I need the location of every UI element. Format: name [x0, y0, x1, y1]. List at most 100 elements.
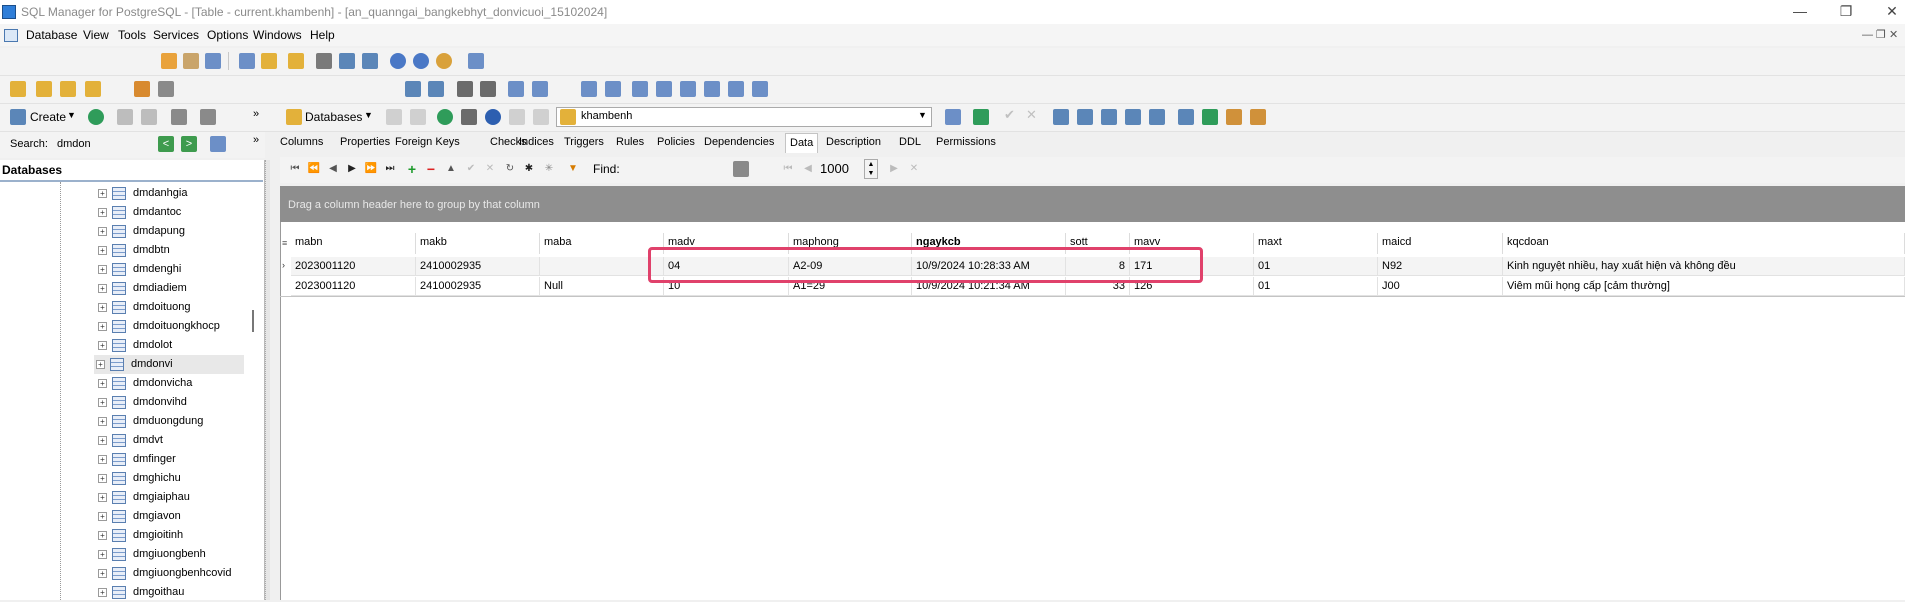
next-page-icon[interactable]: ⏩	[363, 161, 379, 177]
db-properties-icon[interactable]	[60, 81, 76, 97]
filter-data-icon[interactable]: ▼	[565, 161, 581, 177]
connect-icon[interactable]	[85, 81, 101, 97]
prior-record-icon[interactable]: ◀	[325, 161, 341, 177]
cascade-icon[interactable]	[605, 81, 621, 97]
expand-icon[interactable]: +	[98, 455, 107, 464]
create-button[interactable]: Create	[30, 110, 66, 124]
extract-icon[interactable]	[532, 81, 548, 97]
filter-icon[interactable]	[200, 109, 216, 125]
object-props-icon[interactable]	[171, 109, 187, 125]
panel-splitter[interactable]	[265, 160, 270, 600]
minimize-button[interactable]: —	[1777, 0, 1823, 24]
databases-dropdown-icon[interactable]: ▼	[364, 110, 373, 120]
tab-policies[interactable]: Policies	[653, 133, 699, 153]
expand-icon[interactable]: +	[98, 512, 107, 521]
query-builder-icon[interactable]	[183, 53, 199, 69]
search-next-button[interactable]: >	[181, 136, 197, 152]
expand-icon[interactable]: +	[98, 436, 107, 445]
tab-description[interactable]: Description	[822, 133, 885, 153]
tile-horizontal-icon[interactable]	[632, 81, 648, 97]
column-header-makb[interactable]: makb	[416, 233, 540, 254]
first-record-icon[interactable]: ⏮	[287, 161, 303, 177]
find-input[interactable]	[641, 160, 731, 178]
insert-record-icon[interactable]: +	[404, 161, 420, 177]
expand-icon[interactable]: +	[98, 189, 107, 198]
diagram-icon[interactable]	[362, 53, 378, 69]
register-db-icon[interactable]	[10, 81, 26, 97]
refresh-object-icon[interactable]	[437, 109, 453, 125]
expand-icon[interactable]: +	[98, 474, 107, 483]
tile-windows-icon[interactable]	[581, 81, 597, 97]
expand-icon[interactable]: +	[98, 588, 107, 597]
expand-icon[interactable]: +	[98, 550, 107, 559]
databases-button[interactable]: Databases	[305, 110, 362, 124]
expand-icon[interactable]: +	[98, 265, 107, 274]
expand-icon[interactable]: +	[98, 531, 107, 540]
tree-scrollbar[interactable]	[252, 310, 254, 332]
tab-triggers[interactable]: Triggers	[560, 133, 608, 153]
menu-windows[interactable]: Windows	[253, 28, 302, 42]
tab-columns[interactable]: Columns	[276, 133, 327, 153]
find-options-icon[interactable]	[733, 161, 749, 177]
cell-maba[interactable]: Null	[540, 277, 664, 296]
record-limit-input[interactable]: 1000	[818, 160, 858, 178]
refresh-db-icon[interactable]	[134, 81, 150, 97]
script-icon[interactable]	[205, 53, 221, 69]
print-object-icon[interactable]	[461, 109, 477, 125]
mdi-controls[interactable]: — ❐ ✕	[1862, 28, 1898, 41]
column-header-kqcdoan[interactable]: kqcdoan	[1503, 233, 1905, 254]
tab-foreign-keys[interactable]: Foreign Keys	[391, 133, 464, 153]
cell-mabn[interactable]: 2023001120	[291, 277, 416, 296]
query-icon[interactable]	[161, 53, 177, 69]
table-selector-chevron-icon[interactable]: ▼	[918, 110, 927, 120]
duplicate-icon[interactable]	[1149, 109, 1165, 125]
cell-makb[interactable]: 2410002935	[416, 277, 540, 296]
column-header-mabn[interactable]: mabn	[291, 233, 416, 254]
row-indicator[interactable]: ›	[282, 260, 291, 270]
expand-icon[interactable]: +	[98, 246, 107, 255]
print-icon[interactable]	[316, 53, 332, 69]
cell-maicd[interactable]: J00	[1378, 277, 1503, 296]
arrange-icon[interactable]	[704, 81, 720, 97]
prior-page-icon[interactable]: ⏪	[306, 161, 322, 177]
search-options-icon[interactable]	[210, 136, 226, 152]
properties-icon[interactable]	[1202, 109, 1218, 125]
next-record-icon[interactable]: ▶	[344, 161, 360, 177]
clear-bookmark-icon[interactable]: ✳	[541, 161, 557, 177]
cell-maba[interactable]	[540, 257, 664, 276]
unregister-db-icon[interactable]	[36, 81, 52, 97]
menu-options[interactable]: Options	[207, 28, 248, 42]
expand-icon[interactable]: +	[98, 341, 107, 350]
expand-icon[interactable]: +	[98, 227, 107, 236]
menu-help[interactable]: Help	[310, 28, 335, 42]
add-record-icon[interactable]	[973, 109, 989, 125]
expand-icon[interactable]: +	[98, 379, 107, 388]
expand-icon[interactable]: +	[98, 493, 107, 502]
search-input[interactable]: dmdon	[55, 137, 155, 154]
tab-data[interactable]: Data	[785, 133, 819, 153]
minimize-all-icon[interactable]	[680, 81, 696, 97]
close-button[interactable]: ✕	[1869, 0, 1905, 24]
column-header-maxt[interactable]: maxt	[1254, 233, 1378, 254]
maximize-button[interactable]: ❐	[1823, 0, 1869, 24]
next-window-icon[interactable]	[752, 81, 768, 97]
db-options-icon[interactable]	[158, 81, 174, 97]
copy-table-icon[interactable]	[1125, 109, 1141, 125]
refresh-icon[interactable]	[88, 109, 104, 125]
expand-icon[interactable]: +	[98, 398, 107, 407]
reports-icon[interactable]	[1250, 109, 1266, 125]
import-data-icon[interactable]	[1077, 109, 1093, 125]
toolbar-overflow-icon[interactable]: »	[253, 108, 259, 120]
expand-icon[interactable]: +	[98, 322, 107, 331]
menu-view[interactable]: View	[83, 28, 109, 42]
group-by-panel[interactable]: Drag a column header here to group by th…	[280, 186, 1905, 222]
grant-icon[interactable]	[339, 53, 355, 69]
delete-record-icon[interactable]: −	[423, 161, 439, 177]
tree-icon[interactable]	[945, 109, 961, 125]
import-icon[interactable]	[261, 53, 277, 69]
truncate-icon[interactable]	[1226, 109, 1242, 125]
expand-icon[interactable]: +	[98, 208, 107, 217]
sql-script-icon[interactable]	[428, 81, 444, 97]
expand-icon[interactable]: +	[98, 417, 107, 426]
tab-ddl[interactable]: DDL	[895, 133, 925, 153]
